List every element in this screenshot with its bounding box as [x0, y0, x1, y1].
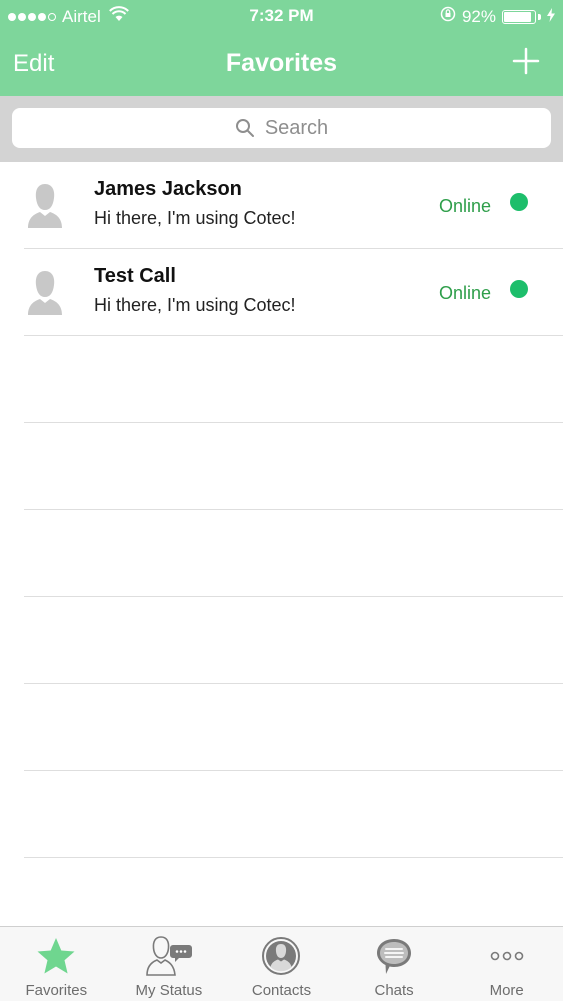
empty-row — [24, 684, 563, 771]
presence-label: Online — [438, 283, 491, 303]
contacts-icon — [225, 935, 338, 977]
contact-row[interactable]: Test Call Hi there, I'm using Cotec! Onl… — [24, 249, 563, 336]
more-icon — [450, 935, 563, 977]
chats-icon — [338, 935, 451, 977]
contact-name: James Jackson — [94, 178, 242, 200]
online-dot-icon — [510, 193, 528, 211]
status-right: 92% — [440, 6, 555, 27]
tab-bar: Favorites My Status Contacts Chats More — [0, 926, 563, 1001]
my-status-icon — [113, 935, 226, 977]
contact-name: Test Call — [94, 265, 176, 287]
search-icon — [235, 118, 255, 138]
tab-my-status[interactable]: My Status — [113, 927, 226, 1001]
nav-bar: Edit Favorites — [0, 40, 563, 88]
avatar — [24, 269, 66, 317]
tab-chats[interactable]: Chats — [338, 927, 451, 1001]
contact-row[interactable]: James Jackson Hi there, I'm using Cotec!… — [24, 162, 563, 249]
empty-row — [24, 336, 563, 423]
empty-row — [24, 597, 563, 684]
tab-more[interactable]: More — [450, 927, 563, 1001]
search-input[interactable]: Search — [12, 108, 551, 148]
search-bar: Search — [0, 96, 563, 162]
header: Airtel 7:32 PM 92% Edit Favorites — [0, 0, 563, 96]
empty-row — [24, 423, 563, 510]
tab-favorites[interactable]: Favorites — [0, 927, 113, 1001]
charging-icon — [547, 7, 555, 27]
orientation-lock-icon — [440, 6, 456, 27]
tab-label: Chats — [374, 982, 414, 999]
favorites-list: James Jackson Hi there, I'm using Cotec!… — [0, 162, 563, 926]
battery-icon — [502, 9, 536, 24]
contact-status-message: Hi there, I'm using Cotec! — [94, 295, 296, 315]
battery-nub — [538, 13, 541, 20]
empty-row — [24, 771, 563, 858]
tab-label: Favorites — [25, 982, 88, 999]
tab-label: More — [489, 982, 524, 999]
empty-row — [24, 510, 563, 597]
tab-label: Contacts — [251, 982, 312, 999]
status-bar: Airtel 7:32 PM 92% — [0, 0, 563, 32]
edit-button[interactable]: Edit — [13, 50, 54, 78]
presence-label: Online — [438, 196, 491, 216]
search-placeholder: Search — [264, 116, 329, 139]
add-icon[interactable] — [511, 46, 541, 76]
contact-status-message: Hi there, I'm using Cotec! — [94, 208, 296, 228]
avatar — [24, 182, 66, 230]
online-dot-icon — [510, 280, 528, 298]
tab-contacts[interactable]: Contacts — [225, 927, 338, 1001]
star-icon — [0, 935, 113, 977]
page-title: Favorites — [225, 49, 338, 77]
tab-label: My Status — [135, 982, 203, 999]
battery-percent: 92% — [461, 6, 496, 26]
